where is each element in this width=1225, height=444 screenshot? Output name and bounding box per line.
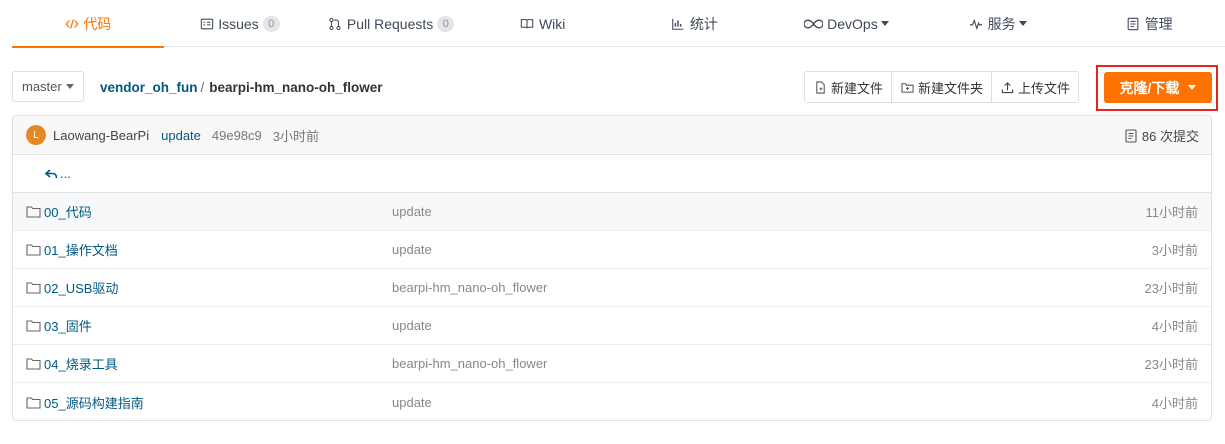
clone-label: 克隆/下载 xyxy=(1119,79,1180,96)
upload-icon xyxy=(1000,80,1014,94)
commit-author[interactable]: Laowang-BearPi xyxy=(53,128,149,143)
folder-name: 05_源码构建指南 xyxy=(44,395,144,411)
tab-issues[interactable]: Issues 0 xyxy=(164,0,316,47)
folder-name: 02_USB驱动 xyxy=(44,281,119,296)
file-list: L Laowang-BearPi update 49e98c9 3小时前 86 … xyxy=(12,115,1212,421)
tab-label: 统计 xyxy=(689,15,718,32)
commit-time: 4小时前 xyxy=(1151,319,1198,334)
branch-select[interactable]: master xyxy=(12,71,84,102)
tab-stats[interactable]: 统计 xyxy=(619,0,771,47)
upload-label: 上传文件 xyxy=(1018,80,1071,96)
breadcrumb-separator: / xyxy=(200,80,205,95)
stats-icon xyxy=(671,16,686,31)
pr-count-badge: 0 xyxy=(437,15,455,32)
folder-link[interactable]: 04_烧录工具 xyxy=(26,354,118,373)
parent-directory-label: ... xyxy=(60,166,71,181)
new-file-icon xyxy=(813,80,827,94)
folder-icon xyxy=(26,244,41,256)
commit-time: 11小时前 xyxy=(1145,205,1199,220)
file-row[interactable]: 00_代码 update 11小时前 xyxy=(13,193,1211,231)
folder-icon xyxy=(26,358,41,370)
tab-devops[interactable]: DevOps xyxy=(770,0,922,47)
file-row[interactable]: 05_源码构建指南 update 4小时前 xyxy=(13,383,1211,420)
folder-icon xyxy=(26,320,41,332)
commit-count: 86 次提交 xyxy=(1141,129,1199,144)
latest-commit-bar: L Laowang-BearPi update 49e98c9 3小时前 86 … xyxy=(13,116,1211,155)
folder-name: 01_操作文档 xyxy=(44,243,118,258)
commit-message-link[interactable]: bearpi-hm_nano-oh_flower xyxy=(392,280,547,295)
issues-icon xyxy=(199,16,214,31)
folder-icon xyxy=(26,206,41,218)
file-actions: 新建文件 新建文件夹 上传文件 xyxy=(804,71,1080,103)
tab-code[interactable]: 代码 xyxy=(12,0,164,48)
file-row[interactable]: 04_烧录工具 bearpi-hm_nano-oh_flower 23小时前 xyxy=(13,345,1211,383)
commit-hash[interactable]: 49e98c9 xyxy=(212,128,262,143)
tab-label: Wiki xyxy=(538,15,566,32)
new-folder-icon xyxy=(900,80,914,94)
devops-icon xyxy=(803,16,823,31)
code-icon xyxy=(64,16,79,31)
folder-name: 04_烧录工具 xyxy=(44,357,118,372)
wiki-icon xyxy=(520,16,535,31)
tab-label: DevOps xyxy=(827,15,878,32)
commit-message-link[interactable]: update xyxy=(392,318,432,333)
avatar[interactable]: L xyxy=(26,125,46,145)
commit-time: 4小时前 xyxy=(1151,395,1198,411)
tab-label: Pull Requests xyxy=(346,15,434,32)
new-file-button[interactable]: 新建文件 xyxy=(805,72,893,102)
folder-name: 03_固件 xyxy=(44,319,92,334)
new-file-label: 新建文件 xyxy=(831,80,884,96)
repo-nav-tabs: 代码 Issues 0 Pull Requests 0 Wiki 统计 DevO… xyxy=(12,0,1225,48)
folder-link[interactable]: 01_操作文档 xyxy=(26,240,118,259)
folder-icon xyxy=(26,282,41,294)
commit-time: 23小时前 xyxy=(1144,357,1198,372)
file-row[interactable]: 02_USB驱动 bearpi-hm_nano-oh_flower 23小时前 xyxy=(13,269,1211,307)
manage-icon xyxy=(1126,16,1141,31)
commit-time: 3小时前 xyxy=(1151,243,1198,258)
commit-count-link[interactable]: 86 次提交 xyxy=(1125,116,1199,155)
file-row[interactable]: 03_固件 update 4小时前 xyxy=(13,307,1211,345)
commit-message-link[interactable]: bearpi-hm_nano-oh_flower xyxy=(392,356,547,371)
chevron-down-icon xyxy=(1018,21,1027,26)
commit-time: 3小时前 xyxy=(272,128,320,144)
service-icon xyxy=(969,16,984,31)
new-folder-button[interactable]: 新建文件夹 xyxy=(892,72,993,102)
folder-link[interactable]: 00_代码 xyxy=(26,202,92,221)
tab-pull-requests[interactable]: Pull Requests 0 xyxy=(315,0,467,47)
folder-link[interactable]: 05_源码构建指南 xyxy=(26,393,144,412)
tab-manage[interactable]: 管理 xyxy=(1073,0,1225,47)
commit-message[interactable]: update xyxy=(161,128,201,143)
new-folder-label: 新建文件夹 xyxy=(918,80,984,96)
file-row[interactable]: 01_操作文档 update 3小时前 xyxy=(13,231,1211,269)
folder-link[interactable]: 03_固件 xyxy=(26,316,92,335)
commit-message-link[interactable]: update xyxy=(392,395,432,410)
breadcrumb: vendor_oh_fun / bearpi-hm_nano-oh_flower xyxy=(100,80,383,95)
back-arrow-icon xyxy=(45,168,58,178)
folder-name: 00_代码 xyxy=(44,205,92,220)
chevron-down-icon xyxy=(880,21,889,26)
parent-directory-link[interactable]: ... xyxy=(13,155,1211,193)
upload-file-button[interactable]: 上传文件 xyxy=(992,72,1079,102)
issues-count-badge: 0 xyxy=(262,15,280,32)
chevron-down-icon xyxy=(65,84,74,89)
tab-service[interactable]: 服务 xyxy=(922,0,1074,47)
tab-label: 服务 xyxy=(987,15,1016,32)
branch-name: master xyxy=(22,79,62,94)
commit-list-icon xyxy=(1125,128,1137,143)
breadcrumb-current: bearpi-hm_nano-oh_flower xyxy=(209,80,383,95)
tab-label: 代码 xyxy=(83,15,112,32)
tab-label: 管理 xyxy=(1144,15,1173,32)
folder-icon xyxy=(26,396,41,409)
commit-time: 23小时前 xyxy=(1144,281,1198,296)
clone-download-button[interactable]: 克隆/下载 xyxy=(1104,72,1212,103)
pull-request-icon xyxy=(328,16,343,31)
tab-label: Issues xyxy=(218,15,259,32)
folder-link[interactable]: 02_USB驱动 xyxy=(26,278,118,297)
commit-message-link[interactable]: update xyxy=(392,242,432,257)
tab-wiki[interactable]: Wiki xyxy=(467,0,619,47)
breadcrumb-root-link[interactable]: vendor_oh_fun xyxy=(100,80,198,95)
commit-message-link[interactable]: update xyxy=(392,204,432,219)
chevron-down-icon xyxy=(1188,85,1197,90)
